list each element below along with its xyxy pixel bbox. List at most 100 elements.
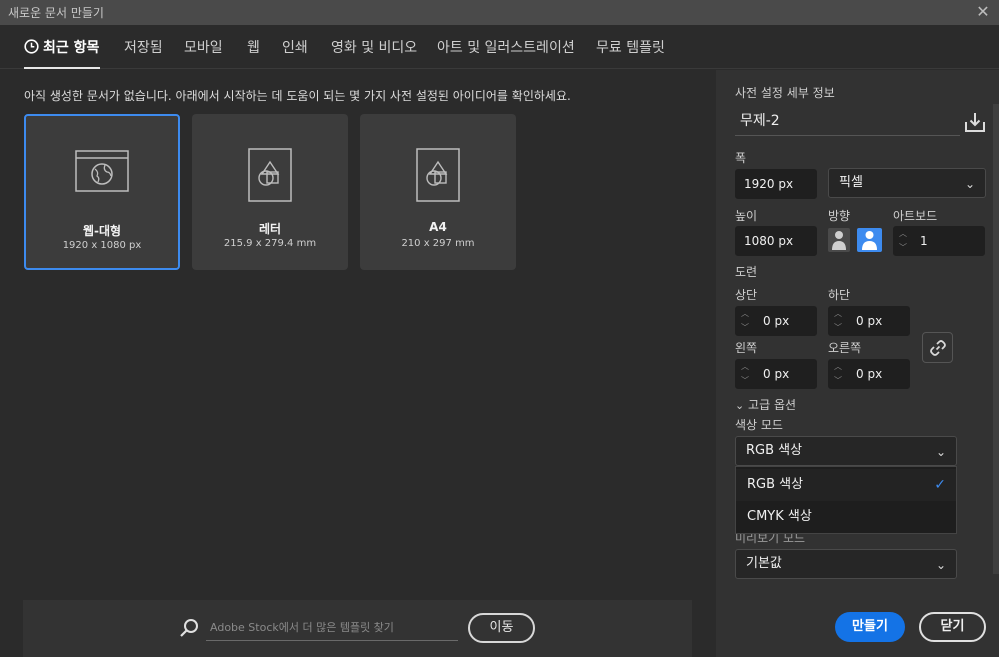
empty-hint: 아직 생성한 문서가 없습니다. 아래에서 시작하는 데 도움이 되는 몇 가지… (24, 89, 571, 103)
portrait-icon (832, 231, 846, 250)
right-value: 0 px (856, 367, 883, 381)
top-stepper[interactable]: ︿ ﹀ (736, 307, 754, 335)
tab-art-illustration[interactable]: 아트 및 일러스트레이션 (437, 37, 575, 57)
left-value: 0 px (763, 367, 790, 381)
bottom-value: 0 px (856, 314, 883, 328)
artboard-label: 아트보드 (893, 209, 938, 223)
up-icon[interactable]: ︿ (829, 307, 847, 321)
up-icon[interactable]: ︿ (829, 360, 847, 374)
down-icon[interactable]: ﹀ (736, 321, 754, 335)
top-value: 0 px (763, 314, 790, 328)
bleed-left-input[interactable]: ︿ ﹀ 0 px (735, 359, 817, 389)
left-stepper[interactable]: ︿ ﹀ (736, 360, 754, 388)
details-heading: 사전 설정 세부 정보 (735, 86, 835, 100)
preset-size: 215.9 x 279.4 mm (223, 238, 317, 249)
chevron-down-icon: ⌄ (964, 177, 975, 191)
artboard-stepper[interactable]: ︿ ﹀ (894, 227, 912, 255)
down-icon[interactable]: ﹀ (829, 374, 847, 388)
panel-scrollbar[interactable] (993, 104, 999, 574)
down-icon[interactable]: ﹀ (894, 241, 912, 255)
category-tabs: 최근 항목 저장됨 모바일 웹 인쇄 영화 및 비디오 아트 및 일러스트레이션… (0, 25, 999, 69)
bottom-label: 하단 (828, 288, 851, 302)
portrait-orientation-button[interactable] (828, 228, 850, 252)
checkmark-icon: ✓ (934, 477, 946, 493)
down-icon[interactable]: ﹀ (829, 321, 847, 335)
up-icon[interactable]: ︿ (736, 307, 754, 321)
active-tab-indicator (24, 67, 100, 69)
tab-label: 최근 항목 (43, 40, 100, 56)
advanced-options-label: 고급 옵션 (748, 398, 797, 412)
create-button[interactable]: 만들기 (835, 612, 905, 642)
right-label: 오른쪽 (828, 341, 862, 355)
color-mode-dropdown: RGB 색상 ✓ CMYK 색상 (735, 466, 957, 534)
search-icon (180, 619, 198, 637)
preview-mode-value: 기본값 (746, 556, 782, 571)
tab-mobile[interactable]: 모바일 (184, 37, 223, 57)
preset-size: 1920 x 1080 px (62, 240, 142, 251)
stock-search-input[interactable] (206, 615, 458, 641)
preset-name: A4 (429, 220, 447, 234)
landscape-orientation-button[interactable] (857, 228, 882, 252)
orientation-label: 방향 (828, 209, 851, 223)
color-mode-label: 색상 모드 (735, 418, 783, 432)
bleed-right-input[interactable]: ︿ ﹀ 0 px (828, 359, 910, 389)
bleed-label: 도련 (735, 265, 758, 279)
document-name-field[interactable]: 무제-2 (735, 108, 960, 136)
bleed-bottom-input[interactable]: ︿ ﹀ 0 px (828, 306, 910, 336)
chevron-down-icon: ⌄ (935, 445, 946, 459)
unit-value: 픽셀 (839, 175, 863, 190)
tab-print[interactable]: 인쇄 (282, 37, 308, 57)
web-document-icon (75, 150, 129, 192)
unit-select[interactable]: 픽셀 ⌄ (828, 168, 986, 198)
preset-card-letter[interactable]: 레터 215.9 x 279.4 mm (192, 114, 348, 270)
width-label: 폭 (735, 151, 747, 165)
close-button[interactable]: 닫기 (919, 612, 986, 642)
color-mode-select[interactable]: RGB 색상 ⌄ (735, 436, 957, 466)
chevron-down-icon: ⌄ (735, 399, 745, 412)
height-input[interactable]: 1080 px (735, 226, 817, 256)
option-label: RGB 색상 (747, 477, 804, 492)
down-icon[interactable]: ﹀ (736, 374, 754, 388)
preset-name: 레터 (258, 222, 282, 236)
left-label: 왼쪽 (735, 341, 758, 355)
color-mode-value: RGB 색상 (746, 443, 803, 458)
tab-film-video[interactable]: 영화 및 비디오 (331, 37, 417, 57)
color-option-cmyk[interactable]: CMYK 색상 (736, 501, 956, 533)
option-label: CMYK 색상 (747, 509, 812, 524)
advanced-options-toggle[interactable]: ⌄ 고급 옵션 (735, 396, 796, 413)
preset-card-web-large[interactable]: 웹-대형 1920 x 1080 px (24, 114, 180, 270)
up-icon[interactable]: ︿ (894, 227, 912, 241)
presets-area: 아직 생성한 문서가 없습니다. 아래에서 시작하는 데 도움이 되는 몇 가지… (0, 70, 715, 657)
tab-recent[interactable]: 최근 항목 (24, 37, 99, 57)
width-input[interactable]: 1920 px (735, 169, 817, 199)
bottom-stepper[interactable]: ︿ ﹀ (829, 307, 847, 335)
title-bar: 새로운 문서 만들기 ✕ (0, 0, 999, 25)
close-icon[interactable]: ✕ (973, 2, 993, 22)
clock-icon (24, 39, 39, 54)
top-label: 상단 (735, 288, 758, 302)
window-title: 새로운 문서 만들기 (8, 6, 104, 20)
artboard-value: 1 (920, 234, 928, 248)
preset-card-a4[interactable]: A4 210 x 297 mm (360, 114, 516, 270)
preset-name: 웹-대형 (82, 224, 122, 238)
print-document-icon (416, 148, 460, 202)
color-option-rgb[interactable]: RGB 색상 ✓ (736, 469, 956, 501)
preset-size: 210 x 297 mm (401, 238, 475, 249)
link-bleed-button[interactable] (922, 332, 953, 363)
bleed-top-input[interactable]: ︿ ﹀ 0 px (735, 306, 817, 336)
up-icon[interactable]: ︿ (736, 360, 754, 374)
chevron-down-icon: ⌄ (935, 558, 946, 572)
artboard-input[interactable]: ︿ ﹀ 1 (893, 226, 985, 256)
link-icon (930, 340, 946, 356)
go-button[interactable]: 이동 (468, 613, 535, 643)
preset-details-panel: 사전 설정 세부 정보 무제-2 폭 1920 px 픽셀 ⌄ 높이 1080 … (716, 70, 999, 657)
right-stepper[interactable]: ︿ ﹀ (829, 360, 847, 388)
landscape-icon (862, 231, 877, 250)
height-label: 높이 (735, 209, 758, 223)
save-preset-icon[interactable] (964, 111, 986, 133)
tab-web[interactable]: 웹 (247, 37, 260, 57)
tab-free-templates[interactable]: 무료 템플릿 (596, 37, 665, 57)
preview-mode-select[interactable]: 기본값 ⌄ (735, 549, 957, 579)
stock-search-bar: 이동 (23, 600, 692, 657)
tab-saved[interactable]: 저장됨 (124, 37, 163, 57)
